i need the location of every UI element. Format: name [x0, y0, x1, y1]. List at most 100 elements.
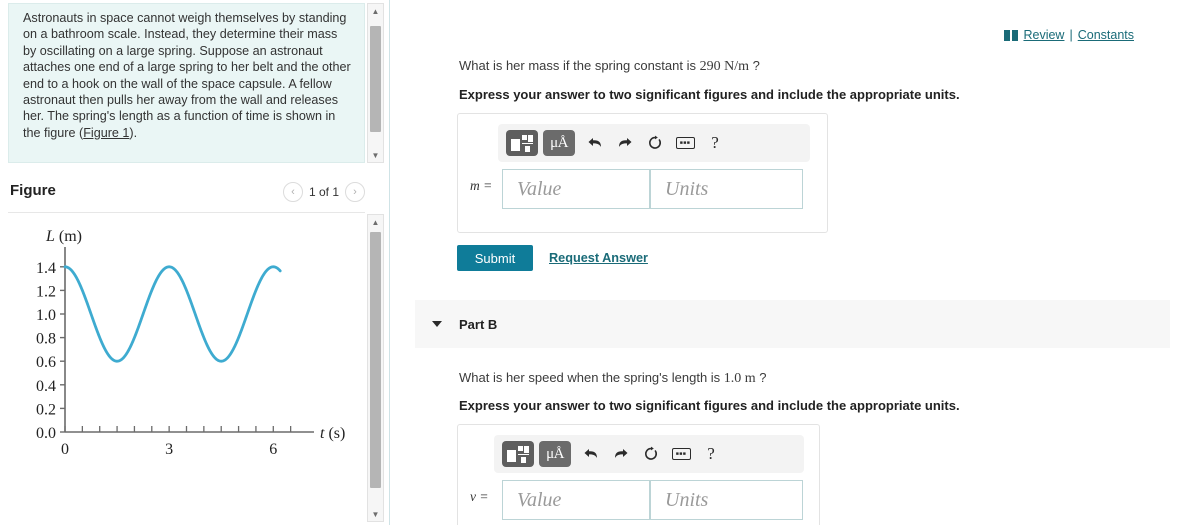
math-template-icon[interactable]: [506, 130, 538, 156]
redo-arrow-icon[interactable]: [606, 441, 636, 467]
right-column: Review | Constants What is her mass if t…: [391, 0, 1200, 525]
problem-statement-panel: Astronauts in space cannot weigh themsel…: [8, 3, 365, 163]
part-b-header-bar[interactable]: Part B: [415, 300, 1170, 348]
part-a-units-placeholder: Units: [665, 177, 709, 200]
svg-text:0.0: 0.0: [36, 425, 56, 442]
keyboard-icon[interactable]: ■■■: [666, 441, 696, 467]
svg-text:1.0: 1.0: [36, 307, 56, 324]
template-glyph: [511, 134, 533, 152]
part-a-value-placeholder: Value: [517, 177, 562, 200]
review-constants-links: Review | Constants: [1004, 28, 1134, 42]
undo-glyph: [588, 138, 601, 147]
part-b-question-pre: What is her speed when the spring's leng…: [459, 370, 724, 385]
help-label: ?: [707, 444, 715, 463]
figure-header: Figure ‹ 1 of 1 ›: [8, 178, 365, 210]
part-a-value-input[interactable]: Value: [502, 169, 650, 209]
part-b-question: What is her speed when the spring's leng…: [459, 370, 767, 387]
math-template-icon[interactable]: [502, 441, 534, 467]
figure-1-link[interactable]: Figure 1: [83, 126, 129, 140]
statement-scrollbar[interactable]: ▲ ▼: [367, 3, 384, 163]
chevron-down-icon[interactable]: [432, 321, 442, 327]
part-b-label: Part B: [459, 316, 498, 332]
part-a-question-post: ?: [749, 58, 760, 73]
part-a-submit-button[interactable]: Submit: [457, 245, 533, 271]
undo-arrow-icon[interactable]: [580, 130, 610, 156]
redo-arrow-icon[interactable]: [610, 130, 640, 156]
reset-glyph: [649, 135, 661, 149]
figure-body: L (m) 0.0 0.2 0.4 0.6 0.8 1.0 1.2 1.4 0 3 6 t (s): [8, 212, 365, 522]
reset-glyph: [645, 446, 657, 460]
review-link[interactable]: Review: [1023, 28, 1064, 42]
statement-text-part2: ).: [129, 125, 138, 140]
figure-navigation: ‹ 1 of 1 ›: [282, 182, 365, 202]
part-a-question-value: 290 N/m: [699, 59, 749, 74]
template-glyph: [507, 445, 529, 463]
svg-text:1.4: 1.4: [36, 260, 56, 277]
part-b-answer-toolbar: μÅ ■■■ ?: [494, 435, 804, 473]
units-icon-label: μÅ: [546, 445, 564, 462]
part-b-question-value: 1.0 m: [723, 371, 756, 386]
left-column: Astronauts in space cannot weigh themsel…: [0, 0, 390, 525]
figure-scroll-up-arrow-icon[interactable]: ▲: [368, 215, 383, 229]
scroll-up-arrow-icon[interactable]: ▲: [368, 4, 383, 18]
svg-text:0.2: 0.2: [36, 401, 56, 418]
svg-text:0.4: 0.4: [36, 378, 56, 395]
svg-text:L (m): L (m): [45, 228, 82, 245]
reset-circle-icon[interactable]: [636, 441, 666, 467]
keyboard-icon[interactable]: ■■■: [670, 130, 700, 156]
part-a-question-pre: What is her mass if the spring constant …: [459, 58, 700, 73]
part-b-instruction: Express your answer to two significant f…: [459, 398, 960, 413]
svg-text:0.6: 0.6: [36, 354, 56, 371]
part-b-variable-label: v =: [470, 489, 489, 504]
redo-glyph: [615, 449, 628, 458]
part-b-answer-box: μÅ ■■■ ? v = Value Units: [457, 424, 820, 525]
part-a-question: What is her mass if the spring constant …: [459, 58, 760, 75]
svg-text:t (s): t (s): [320, 425, 345, 442]
part-a-answer-toolbar: μÅ ■■■ ?: [498, 124, 810, 162]
figure-scrollbar[interactable]: ▲ ▼: [367, 214, 384, 522]
units-icon-label: μÅ: [550, 134, 568, 151]
problem-statement-text: Astronauts in space cannot weigh themsel…: [9, 4, 364, 141]
undo-arrow-icon[interactable]: [576, 441, 606, 467]
svg-text:1.2: 1.2: [36, 283, 56, 300]
keyboard-glyph: ■■■: [671, 448, 691, 460]
page-root: Astronauts in space cannot weigh themsel…: [0, 0, 1200, 525]
part-b-question-post: ?: [755, 370, 767, 385]
spring-length-chart: L (m) 0.0 0.2 0.4 0.6 0.8 1.0 1.2 1.4 0 3 6 t (s): [8, 219, 358, 484]
part-b-value-input[interactable]: Value: [502, 480, 650, 520]
question-mark-icon[interactable]: ?: [700, 130, 730, 156]
part-a-answer-box: μÅ ■■■ ? m = Value Units: [457, 113, 828, 233]
svg-text:0.8: 0.8: [36, 331, 56, 348]
part-a-units-input[interactable]: Units: [650, 169, 803, 209]
micro-angstrom-units-icon[interactable]: μÅ: [543, 130, 575, 156]
svg-text:6: 6: [269, 441, 277, 458]
figure-scrollbar-thumb[interactable]: [370, 232, 381, 488]
part-b-units-input[interactable]: Units: [650, 480, 803, 520]
part-a-request-answer-link[interactable]: Request Answer: [549, 251, 648, 265]
reset-circle-icon[interactable]: [640, 130, 670, 156]
constants-link[interactable]: Constants: [1078, 28, 1134, 42]
figure-next-button[interactable]: ›: [345, 182, 365, 202]
redo-glyph: [619, 138, 632, 147]
question-mark-icon[interactable]: ?: [696, 441, 726, 467]
micro-angstrom-units-icon[interactable]: μÅ: [539, 441, 571, 467]
part-a-variable-label: m =: [470, 178, 493, 193]
svg-text:3: 3: [165, 441, 173, 458]
link-separator: |: [1069, 28, 1073, 42]
figure-title: Figure: [10, 182, 56, 199]
svg-text:0: 0: [61, 441, 69, 458]
keyboard-glyph: ■■■: [675, 137, 695, 149]
scroll-down-arrow-icon[interactable]: ▼: [368, 148, 383, 162]
help-label: ?: [711, 133, 719, 152]
part-a-instruction: Express your answer to two significant f…: [459, 87, 960, 102]
part-b-value-placeholder: Value: [517, 488, 562, 511]
scrollbar-thumb[interactable]: [370, 26, 381, 132]
undo-glyph: [584, 449, 597, 458]
statement-text-part1: Astronauts in space cannot weigh themsel…: [23, 11, 351, 140]
figure-prev-button[interactable]: ‹: [282, 182, 303, 202]
figure-scroll-down-arrow-icon[interactable]: ▼: [368, 507, 383, 521]
book-icon: [1004, 29, 1019, 41]
figure-count-label: 1 of 1: [308, 185, 339, 199]
chart-svg: L (m) 0.0 0.2 0.4 0.6 0.8 1.0 1.2 1.4 0 3 6 t (s): [36, 228, 345, 458]
part-b-units-placeholder: Units: [665, 488, 709, 511]
